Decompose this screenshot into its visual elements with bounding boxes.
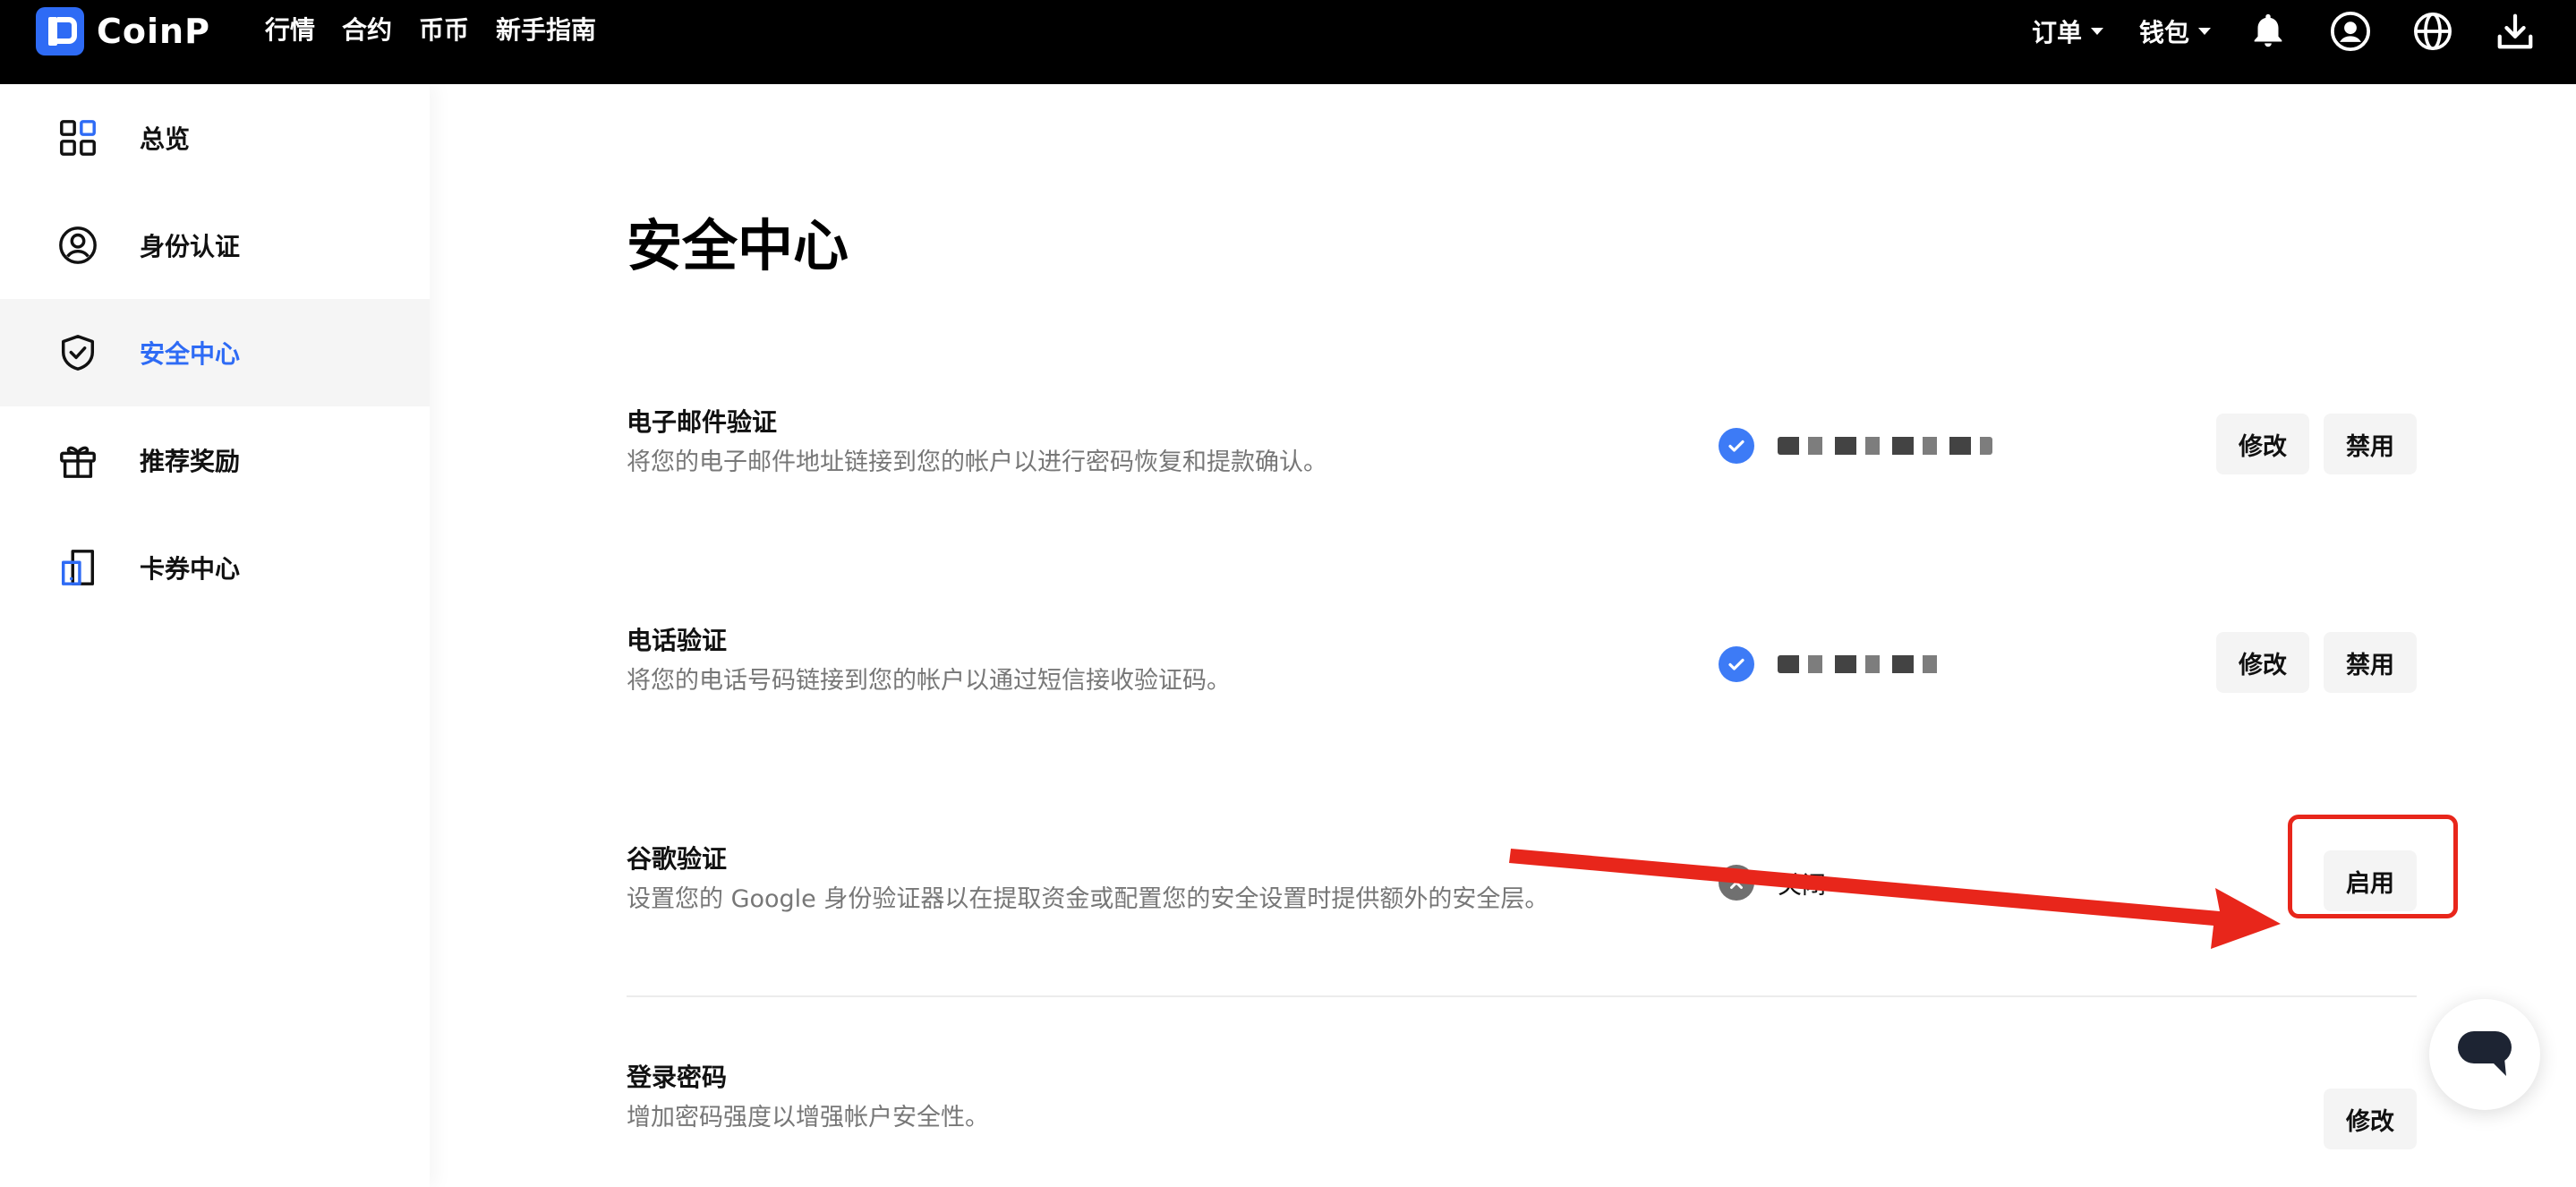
user-account-icon[interactable] — [2329, 10, 2372, 53]
brand-logo[interactable]: CoinP — [36, 7, 210, 56]
nav-item-spot[interactable]: 币币 — [419, 14, 469, 47]
email-status — [1719, 428, 1992, 464]
email-verification-title: 电子邮件验证 — [627, 407, 778, 437]
sidebar-item-security[interactable]: 安全中心 — [0, 299, 430, 406]
sidebar-item-label: 身份认证 — [140, 232, 241, 261]
phone-verification-row: 电话验证 将您的电话号码链接到您的帐户以通过短信接收验证码。 修改 禁用 — [627, 621, 2417, 738]
page-title: 安全中心 — [627, 213, 849, 278]
gift-icon — [57, 440, 98, 481]
nav-item-contract[interactable]: 合约 — [342, 14, 392, 47]
chat-bubble-icon — [2458, 1031, 2512, 1076]
sidebar-item-coupons[interactable]: 卡券中心 — [0, 514, 430, 621]
wallet-label: 钱包 — [2138, 18, 2189, 47]
chat-support-button[interactable] — [2429, 999, 2540, 1110]
download-icon[interactable] — [2494, 10, 2537, 53]
topbar-actions: 订单 钱包 — [2032, 0, 2576, 63]
user-circle-icon — [57, 225, 98, 266]
sidebar-item-label: 安全中心 — [140, 339, 241, 369]
security-center-content: 安全中心 电子邮件验证 将您的电子邮件地址链接到您的帐户以进行密码恢复和提款确认… — [627, 84, 2458, 1187]
sidebar-item-label: 卡券中心 — [140, 554, 241, 584]
coinp-logo-icon — [36, 7, 84, 56]
brand-name: CoinP — [97, 12, 210, 51]
annotation-arrow-icon — [1509, 849, 2281, 949]
sidebar: 总览 身份认证 安全中心 推荐奖励 卡券中心 — [0, 84, 430, 1187]
globe-icon[interactable] — [2411, 10, 2454, 53]
email-verification-desc: 将您的电子邮件地址链接到您的帐户以进行密码恢复和提款确认。 — [627, 448, 1327, 476]
login-password-desc: 增加密码强度以增强帐户安全性。 — [627, 1104, 989, 1131]
bell-icon[interactable] — [2247, 10, 2290, 53]
wallet-dropdown[interactable]: 钱包 — [2139, 13, 2211, 49]
chevron-down-icon — [2198, 28, 2211, 35]
google-verification-title: 谷歌验证 — [627, 844, 728, 874]
nav-item-market[interactable]: 行情 — [265, 14, 315, 47]
masked-email-value — [1778, 437, 1992, 455]
shield-check-icon — [57, 332, 98, 373]
phone-verification-desc: 将您的电话号码链接到您的帐户以通过短信接收验证码。 — [627, 667, 1231, 695]
orders-label: 订单 — [2031, 18, 2082, 47]
grid-icon — [57, 117, 98, 158]
google-verification-desc: 设置您的 Google 身份验证器以在提取资金或配置您的安全设置时提供额外的安全… — [627, 885, 1549, 913]
orders-dropdown[interactable]: 订单 — [2032, 13, 2103, 49]
email-verification-row: 电子邮件验证 将您的电子邮件地址链接到您的帐户以进行密码恢复和提款确认。 修改 … — [627, 403, 2417, 519]
masked-phone-value — [1778, 655, 1942, 673]
phone-verification-title: 电话验证 — [627, 626, 728, 655]
sidebar-item-referral[interactable]: 推荐奖励 — [0, 406, 430, 514]
login-password-row: 登录密码 增加密码强度以增强帐户安全性。 修改 — [627, 1058, 2417, 1174]
email-edit-button[interactable]: 修改 — [2216, 414, 2309, 474]
sidebar-item-identity[interactable]: 身份认证 — [0, 192, 430, 299]
card-icon — [57, 547, 98, 588]
phone-status — [1719, 646, 1942, 682]
phone-disable-button[interactable]: 禁用 — [2324, 632, 2417, 693]
sidebar-item-label: 推荐奖励 — [140, 447, 241, 476]
password-edit-button[interactable]: 修改 — [2324, 1089, 2417, 1149]
nav-item-guide[interactable]: 新手指南 — [496, 14, 596, 47]
sidebar-item-overview[interactable]: 总览 — [0, 84, 430, 192]
sidebar-item-label: 总览 — [140, 124, 191, 154]
google-enable-button[interactable]: 启用 — [2324, 850, 2417, 911]
check-circle-icon — [1719, 646, 1754, 682]
phone-edit-button[interactable]: 修改 — [2216, 632, 2309, 693]
check-circle-icon — [1719, 428, 1754, 464]
divider — [627, 995, 2417, 997]
login-password-title: 登录密码 — [627, 1063, 728, 1092]
chevron-down-icon — [2090, 28, 2103, 35]
main-nav: 行情 合约 币币 新手指南 — [265, 14, 623, 47]
top-navbar: CoinP 行情 合约 币币 新手指南 订单 钱包 — [0, 0, 2576, 84]
email-disable-button[interactable]: 禁用 — [2324, 414, 2417, 474]
